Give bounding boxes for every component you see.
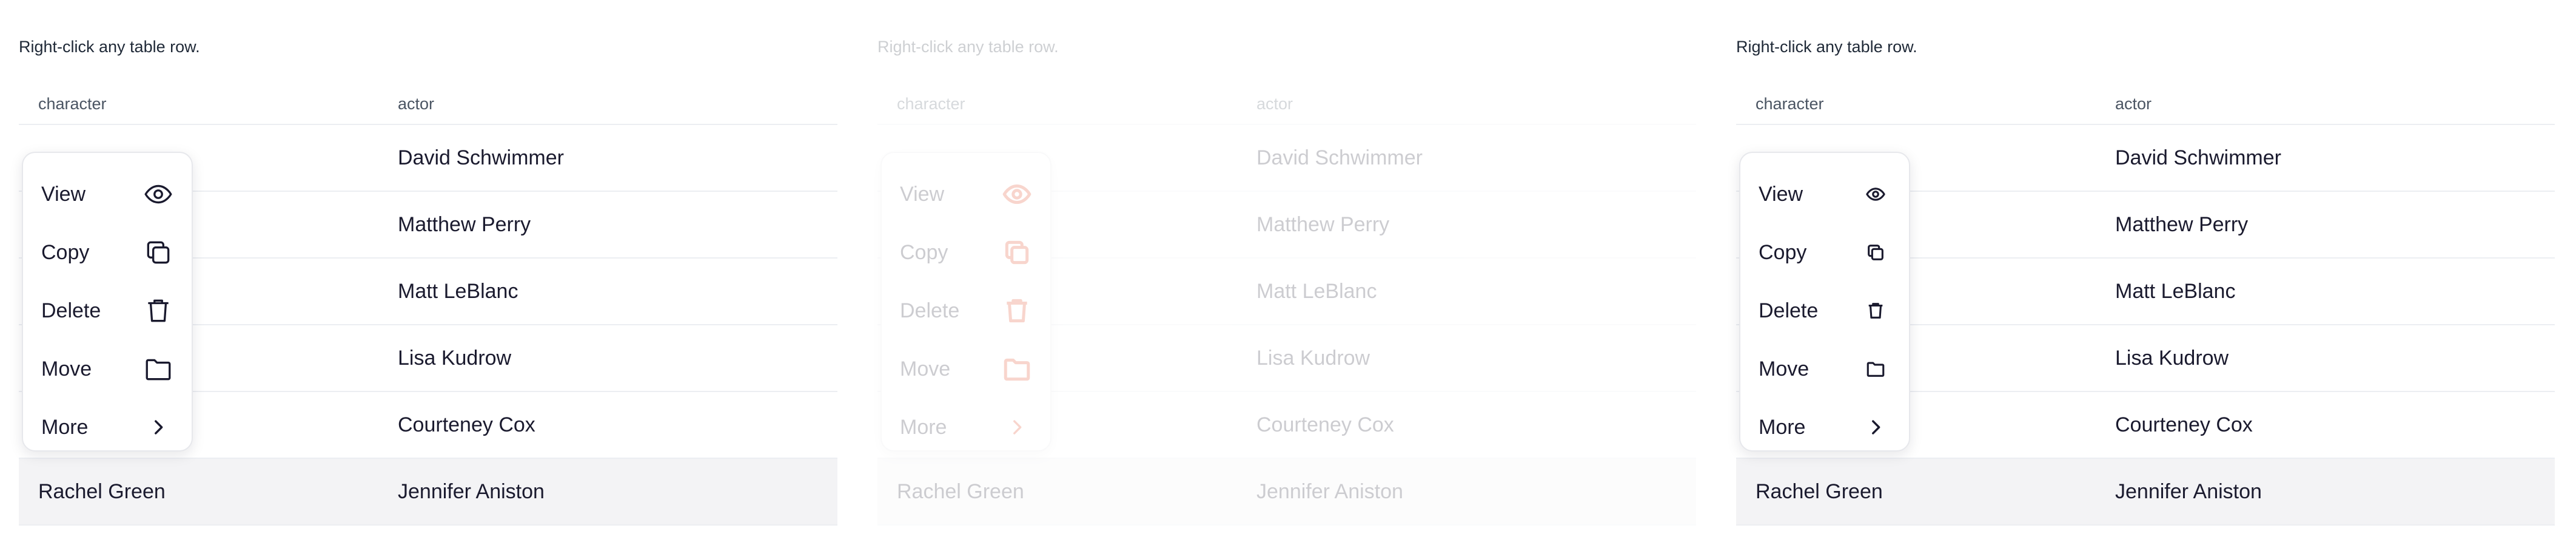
menu-item-delete[interactable]: Delete — [1740, 282, 1909, 340]
table-header: character actor — [19, 84, 837, 125]
chevron-right-icon — [1860, 412, 1891, 442]
table-row-selected[interactable]: Rachel Green Jennifer Aniston — [877, 459, 1696, 526]
eye-icon — [1002, 179, 1032, 209]
context-menu-demo-panel-compact-icons: Right-click any table row. character act… — [1736, 0, 2573, 545]
menu-item-label: More — [900, 415, 947, 439]
trash-icon — [143, 296, 173, 326]
menu-item-label: Move — [1759, 357, 1810, 381]
menu-item-label: Copy — [900, 240, 948, 264]
menu-item-view[interactable]: View — [882, 165, 1050, 223]
menu-item-label: Delete — [1759, 299, 1819, 322]
actor-cell: Matthew Perry — [398, 212, 531, 236]
menu-item-delete[interactable]: Delete — [23, 282, 192, 340]
context-menu: View Copy Delete Move More — [22, 152, 193, 452]
menu-item-more[interactable]: More — [882, 398, 1050, 456]
menu-item-label: View — [900, 182, 945, 206]
menu-item-label: Move — [41, 357, 92, 381]
instruction-text: Right-click any table row. — [1736, 38, 1917, 56]
actor-cell: David Schwimmer — [1256, 146, 1423, 169]
copy-icon — [1860, 237, 1891, 268]
column-header-character: character — [1756, 94, 1824, 113]
context-menu: View Copy Delete Move More — [880, 152, 1052, 452]
folder-icon — [143, 354, 173, 384]
chevron-right-icon — [1002, 412, 1032, 442]
actor-cell: Courteney Cox — [398, 413, 535, 436]
table-header: character actor — [1736, 84, 2555, 125]
menu-item-view[interactable]: View — [23, 165, 192, 223]
actor-cell: Matthew Perry — [2115, 212, 2249, 236]
instruction-text: Right-click any table row. — [877, 38, 1059, 56]
menu-item-copy[interactable]: Copy — [1740, 223, 1909, 282]
menu-item-view[interactable]: View — [1740, 165, 1909, 223]
copy-icon — [143, 237, 173, 268]
actor-cell: David Schwimmer — [2115, 146, 2281, 169]
menu-item-label: Delete — [41, 299, 101, 322]
context-menu-demo-panel-transition: Right-click any table row. character act… — [877, 0, 1714, 545]
actor-cell: Courteney Cox — [1256, 413, 1394, 436]
chevron-right-icon — [143, 412, 173, 442]
actor-cell: David Schwimmer — [398, 146, 564, 169]
actor-cell: Jennifer Aniston — [2115, 479, 2262, 503]
actor-cell: Jennifer Aniston — [1256, 479, 1403, 503]
menu-item-copy[interactable]: Copy — [23, 223, 192, 282]
actor-cell: Matt LeBlanc — [398, 279, 518, 303]
menu-item-delete[interactable]: Delete — [882, 282, 1050, 340]
table-header: character actor — [877, 84, 1696, 125]
column-header-character: character — [38, 94, 107, 113]
context-menu: View Copy Delete Move More — [1739, 152, 1910, 452]
table-row-selected[interactable]: Rachel Green Jennifer Aniston — [19, 459, 837, 526]
menu-item-label: Move — [900, 357, 951, 381]
eye-icon — [143, 179, 173, 209]
menu-item-more[interactable]: More — [23, 398, 192, 456]
folder-icon — [1002, 354, 1032, 384]
column-header-actor: actor — [1256, 94, 1293, 113]
menu-item-more[interactable]: More — [1740, 398, 1909, 456]
column-header-actor: actor — [2115, 94, 2152, 113]
menu-item-label: View — [41, 182, 86, 206]
menu-item-label: Delete — [900, 299, 960, 322]
menu-item-copy[interactable]: Copy — [882, 223, 1050, 282]
menu-item-label: Copy — [41, 240, 90, 264]
trash-icon — [1860, 296, 1891, 326]
actor-cell: Matt LeBlanc — [2115, 279, 2236, 303]
menu-item-label: More — [1759, 415, 1806, 439]
character-cell: Rachel Green — [38, 479, 166, 503]
copy-icon — [1002, 237, 1032, 268]
actor-cell: Courteney Cox — [2115, 413, 2253, 436]
menu-item-move[interactable]: Move — [23, 340, 192, 398]
actor-cell: Matthew Perry — [1256, 212, 1390, 236]
actor-cell: Lisa Kudrow — [1256, 346, 1370, 370]
menu-item-move[interactable]: Move — [1740, 340, 1909, 398]
actor-cell: Lisa Kudrow — [398, 346, 512, 370]
instruction-text: Right-click any table row. — [19, 38, 200, 56]
actor-cell: Matt LeBlanc — [1256, 279, 1377, 303]
menu-item-label: View — [1759, 182, 1803, 206]
eye-icon — [1860, 179, 1891, 209]
menu-item-move[interactable]: Move — [882, 340, 1050, 398]
column-header-actor: actor — [398, 94, 435, 113]
column-header-character: character — [897, 94, 965, 113]
character-cell: Rachel Green — [1756, 479, 1883, 503]
trash-icon — [1002, 296, 1032, 326]
folder-icon — [1860, 354, 1891, 384]
actor-cell: Lisa Kudrow — [2115, 346, 2229, 370]
context-menu-demo-panel: Right-click any table row. character act… — [19, 0, 856, 545]
actor-cell: Jennifer Aniston — [398, 479, 545, 503]
table-row-selected[interactable]: Rachel Green Jennifer Aniston — [1736, 459, 2555, 526]
menu-item-label: Copy — [1759, 240, 1807, 264]
character-cell: Rachel Green — [897, 479, 1024, 503]
menu-item-label: More — [41, 415, 89, 439]
